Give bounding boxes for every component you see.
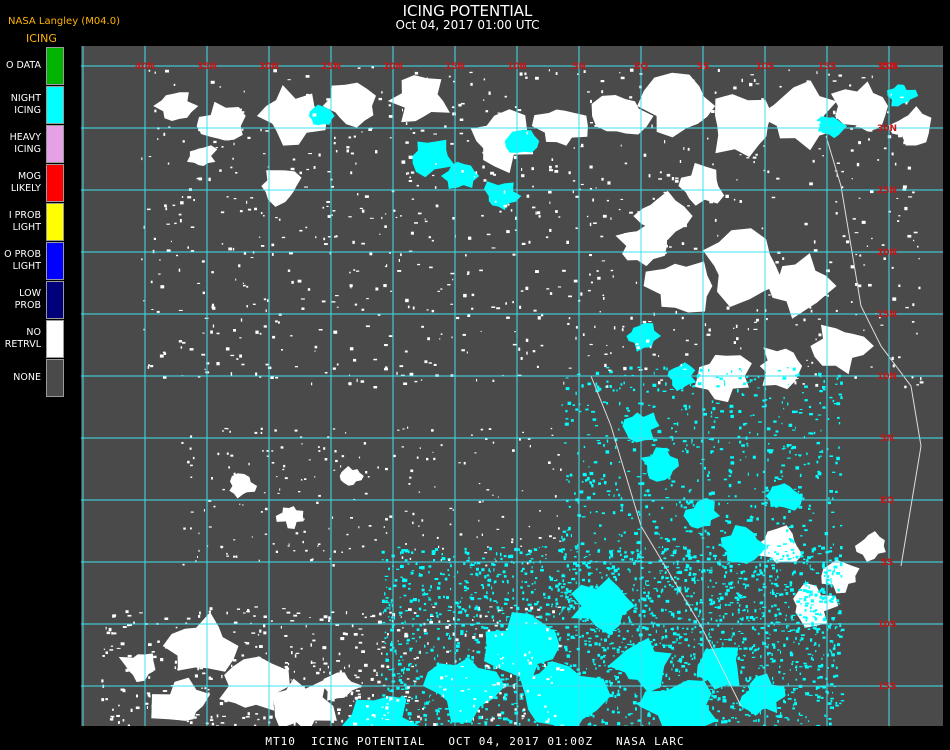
right-grid-label: 5S <box>881 558 894 568</box>
right-grid-label: 20N <box>877 248 897 258</box>
right-grid-label: 10S <box>877 620 896 630</box>
legend-swatch <box>46 359 64 397</box>
icing-cluster <box>720 525 767 564</box>
icing-map: 40N 35N 30N 25N 20N 15N 10N 5N EQ 5S 10S 15S 20S 35N 3… <box>81 46 943 726</box>
legend-swatch <box>46 125 64 163</box>
cloud-mass <box>702 228 784 307</box>
cloud-mass <box>757 80 837 151</box>
legend-swatch <box>46 164 64 202</box>
top-grid-label: 10S <box>755 62 774 72</box>
legend-item: I PROB LIGHT <box>0 203 66 242</box>
top-grid-label: 30N <box>259 62 279 72</box>
cloud-mass <box>387 75 450 123</box>
legend-item: MOG LIKELY <box>0 164 66 203</box>
cloud-mass <box>339 466 364 486</box>
top-grid-label: 35N <box>197 62 217 72</box>
legend-item-label: LOW PROB <box>14 288 41 311</box>
right-grid-label: 35N <box>877 62 897 72</box>
top-grid-label: EQ <box>634 62 648 72</box>
legend-swatch <box>46 320 64 358</box>
legend-item: HEAVY ICING <box>0 125 66 164</box>
legend-item: NIGHT ICING <box>0 86 66 125</box>
map-subtitle: Oct 04, 2017 01:00 UTC <box>395 18 540 32</box>
top-grid-label: 25N <box>321 62 341 72</box>
right-grid-label: EQ <box>880 496 894 506</box>
legend-item-label: NIGHT ICING <box>10 93 41 116</box>
legend-swatch <box>46 86 64 124</box>
top-grid-label: 5N <box>572 62 586 72</box>
top-grid-label: 40N <box>135 62 155 72</box>
legend-item: NO RETRVL <box>0 320 66 359</box>
legend-item-label: NO RETRVL <box>4 327 41 350</box>
top-grid-label: 15S <box>817 62 836 72</box>
cloud-mass <box>643 261 713 313</box>
legend-swatch <box>46 47 64 85</box>
top-grid-label: 5S <box>697 62 710 72</box>
right-grid-label: 25N <box>877 186 897 196</box>
legend-item: O PROB LIGHT <box>0 242 66 281</box>
legend-swatch <box>46 281 64 319</box>
right-grid-label: 30N <box>877 124 897 134</box>
map-canvas: 40N 35N 30N 25N 20N 15N 10N 5N EQ 5S 10S 15S 20S35N3… <box>81 46 943 726</box>
right-grid-label: 15S <box>877 682 896 692</box>
cloud-mass <box>196 101 246 141</box>
icing-cluster <box>483 181 522 211</box>
right-grid-label: 10N <box>877 372 897 382</box>
cloud-mass <box>187 145 218 166</box>
legend-item-label: O PROB LIGHT <box>4 249 41 272</box>
right-grid-label: 15N <box>877 310 897 320</box>
top-grid-label: 15N <box>445 62 465 72</box>
legend-item-label: I PROB LIGHT <box>8 210 41 233</box>
top-grid-label: 20N <box>383 62 403 72</box>
legend-item: LOW PROB <box>0 281 66 320</box>
legend-title: ICING <box>26 32 57 45</box>
legend-item-label: HEAVY ICING <box>9 132 41 155</box>
footer-caption: MT10 ICING POTENTIAL OCT 04, 2017 01:00Z… <box>265 735 685 748</box>
legend-item: NONE <box>0 359 66 398</box>
right-grid-label: 5N <box>880 434 894 444</box>
cloud-mass <box>229 473 258 499</box>
top-grid-label: 10N <box>507 62 527 72</box>
legend-swatch <box>46 242 64 280</box>
cloud-mass <box>715 94 772 158</box>
legend-item-label: MOG LIKELY <box>10 171 41 194</box>
cloud-mass <box>810 324 874 375</box>
icing-cluster <box>626 323 662 352</box>
cloud-mass <box>261 170 302 207</box>
legend-item: O DATA <box>0 47 66 86</box>
legend-item-label: NONE <box>13 372 41 383</box>
cloud-mass <box>275 506 304 529</box>
legend-swatch <box>46 203 64 241</box>
cloud-mass <box>162 612 239 672</box>
icing-cluster <box>765 483 803 511</box>
legend-item-label: O DATA <box>6 60 41 71</box>
